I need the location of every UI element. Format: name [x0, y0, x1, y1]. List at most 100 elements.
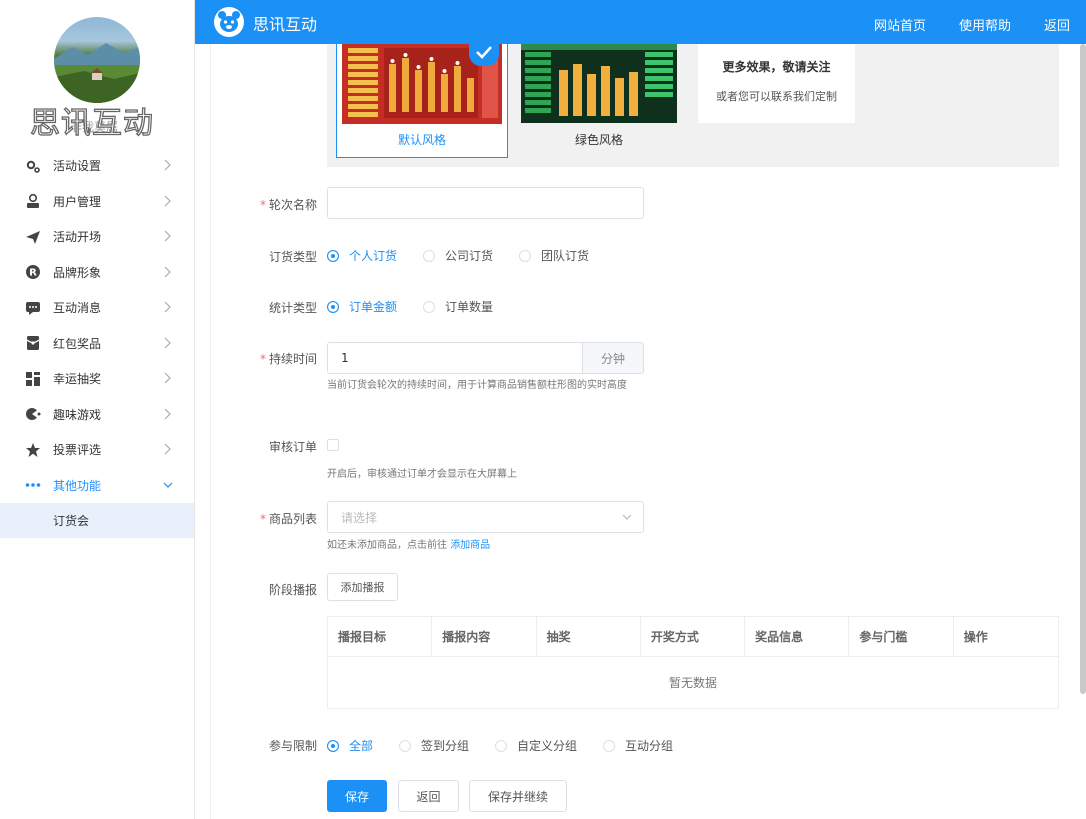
bear-logo-icon: [214, 7, 244, 37]
sidebar-subitem-order-meeting[interactable]: 订货会: [0, 503, 194, 538]
game-icon: [25, 406, 41, 422]
save-continue-button[interactable]: 保存并继续: [469, 780, 567, 812]
paper-plane-icon: [25, 229, 41, 245]
limit-interactive-group-radio[interactable]: 互动分组: [603, 737, 673, 754]
participation-limit-group: 全部 签到分组 自定义分组 互动分组: [327, 737, 673, 754]
style-label-green: 绿色风格: [574, 133, 623, 147]
sidebar-item-lucky-draw[interactable]: 幸运抽奖: [0, 361, 194, 397]
registered-icon: R: [25, 264, 41, 280]
chevron-right-icon: [162, 371, 174, 385]
column-header: 播报目标: [328, 617, 433, 656]
sidebar-item-voting[interactable]: 投票评选: [0, 432, 194, 468]
chevron-right-icon: [162, 336, 174, 350]
nav-home-link[interactable]: 网站首页: [874, 15, 926, 34]
sidebar-item-label: 品牌形象: [53, 265, 102, 280]
gears-icon: [25, 158, 41, 174]
order-type-team-radio[interactable]: 团队订货: [519, 247, 589, 264]
limit-all-radio[interactable]: 全部: [327, 737, 373, 754]
sidebar-menu: 活动设置 用户管理 活动开场 R 品牌形象 互动消息 红包奖品 幸运抽奖 趣味游…: [0, 148, 194, 538]
review-label: 审核订单: [268, 440, 317, 454]
brand-watermark: 思讯互动: [29, 105, 154, 141]
nav-help-link[interactable]: 使用帮助: [959, 15, 1011, 34]
order-type-company-radio[interactable]: 公司订货: [423, 247, 493, 264]
sidebar-item-other-functions[interactable]: 其他功能: [0, 468, 194, 504]
column-header: 参与门槛: [849, 617, 954, 656]
stat-type-label: 统计类型: [268, 301, 317, 315]
column-header: 播报内容: [432, 617, 537, 656]
product-select[interactable]: 请选择: [327, 501, 644, 533]
red-envelope-icon: [25, 335, 41, 351]
broadcast-table: 播报目标 播报内容 抽奖 开奖方式 奖品信息 参与门槛 操作 暂无数据: [327, 616, 1059, 709]
style-selector: 默认风格 绿色风格 更多效果，敬请关注 或者您可以联系我们定制: [327, 40, 1059, 167]
sidebar-item-label: 用户管理: [53, 194, 102, 209]
app-title: 思讯互动: [253, 15, 318, 34]
back-button[interactable]: 返回: [398, 780, 459, 812]
selected-check-icon: [469, 40, 499, 66]
order-type-label: 订货类型: [268, 250, 317, 264]
nav-back-link[interactable]: 返回: [1044, 15, 1070, 34]
sidebar-item-brand-image[interactable]: R 品牌形象: [0, 255, 194, 291]
sidebar-item-label: 互动消息: [53, 301, 102, 316]
star-icon: [25, 442, 41, 458]
top-header: 思讯互动 网站首页 使用帮助 返回: [195, 0, 1086, 44]
round-name-input[interactable]: [327, 187, 644, 219]
style-card-more: 更多效果，敬请关注 或者您可以联系我们定制: [698, 44, 855, 123]
stat-type-group: 订单金额 订单数量: [327, 298, 493, 315]
style-card-green[interactable]: 绿色风格: [521, 44, 681, 149]
more-icon: [25, 477, 41, 493]
participation-limit-label: 参与限制: [268, 739, 317, 753]
sidebar-item-label: 其他功能: [53, 478, 102, 493]
chevron-right-icon: [162, 158, 174, 172]
stat-type-amount-radio[interactable]: 订单金额: [327, 298, 397, 315]
sidebar-item-interactive-messages[interactable]: 互动消息: [0, 290, 194, 326]
chevron-down-icon: [621, 511, 633, 523]
chevron-right-icon: [162, 194, 174, 208]
green-style-thumbnail: [521, 44, 677, 123]
column-header: 奖品信息: [745, 617, 850, 656]
more-styles-desc: 或者您可以联系我们定制: [716, 90, 837, 103]
stat-type-quantity-radio[interactable]: 订单数量: [423, 298, 493, 315]
sidebar-item-user-management[interactable]: 用户管理: [0, 184, 194, 220]
chevron-right-icon: [162, 229, 174, 243]
required-marker: *: [259, 198, 266, 212]
add-broadcast-button[interactable]: 添加播报: [327, 573, 398, 601]
more-styles-title: 更多效果，敬请关注: [722, 60, 831, 74]
chevron-right-icon: [162, 265, 174, 279]
round-name-label: * 轮次名称: [259, 198, 317, 212]
sidebar-item-label: 趣味游戏: [53, 407, 102, 422]
main-content: 默认风格 绿色风格 更多效果，敬请关注 或者您可以联系我们定制 * 轮次名称 订货…: [210, 40, 1074, 819]
sidebar-item-fun-games[interactable]: 趣味游戏: [0, 397, 194, 433]
column-header: 开奖方式: [641, 617, 746, 656]
style-card-default[interactable]: 默认风格: [336, 40, 508, 158]
review-hint: 开启后，审核通过订单才会显示在大屏幕上: [327, 469, 517, 480]
sidebar-item-label: 投票评选: [53, 443, 102, 458]
review-checkbox[interactable]: [327, 439, 339, 451]
duration-unit: 分钟: [582, 342, 644, 374]
sidebar-item-red-envelope-prizes[interactable]: 红包奖品: [0, 326, 194, 362]
style-label-default: 默认风格: [397, 133, 446, 147]
sidebar-item-label: 幸运抽奖: [53, 372, 102, 387]
chevron-down-icon: [162, 478, 174, 492]
duration-hint: 当前订货会轮次的持续时间，用于计算商品销售额柱形图的实时高度: [327, 380, 627, 391]
sidebar-item-activity-settings[interactable]: 活动设置: [0, 148, 194, 184]
landscape-photo: [54, 43, 140, 103]
required-marker: *: [259, 352, 266, 366]
column-header: 抽奖: [537, 617, 641, 656]
page-scrollbar[interactable]: [1080, 44, 1086, 694]
save-button[interactable]: 保存: [327, 780, 387, 812]
broadcast-label: 阶段播报: [268, 583, 317, 597]
duration-input[interactable]: 1: [327, 342, 583, 374]
product-hint: 如还未添加商品，点击前往 添加商品: [327, 540, 491, 551]
chevron-right-icon: [162, 442, 174, 456]
chevron-right-icon: [162, 300, 174, 314]
limit-signin-group-radio[interactable]: 签到分组: [399, 737, 469, 754]
avatar[interactable]: [54, 17, 140, 103]
sidebar-item-activity-opening[interactable]: 活动开场: [0, 219, 194, 255]
limit-custom-group-radio[interactable]: 自定义分组: [495, 737, 577, 754]
duration-label: * 持续时间: [259, 352, 317, 366]
svg-text:R: R: [29, 268, 37, 279]
order-type-personal-radio[interactable]: 个人订货: [327, 247, 397, 264]
add-product-link[interactable]: 添加商品: [450, 540, 490, 551]
user-icon: [25, 193, 41, 209]
table-header: 播报目标 播报内容 抽奖 开奖方式 奖品信息 参与门槛 操作: [328, 617, 1058, 657]
